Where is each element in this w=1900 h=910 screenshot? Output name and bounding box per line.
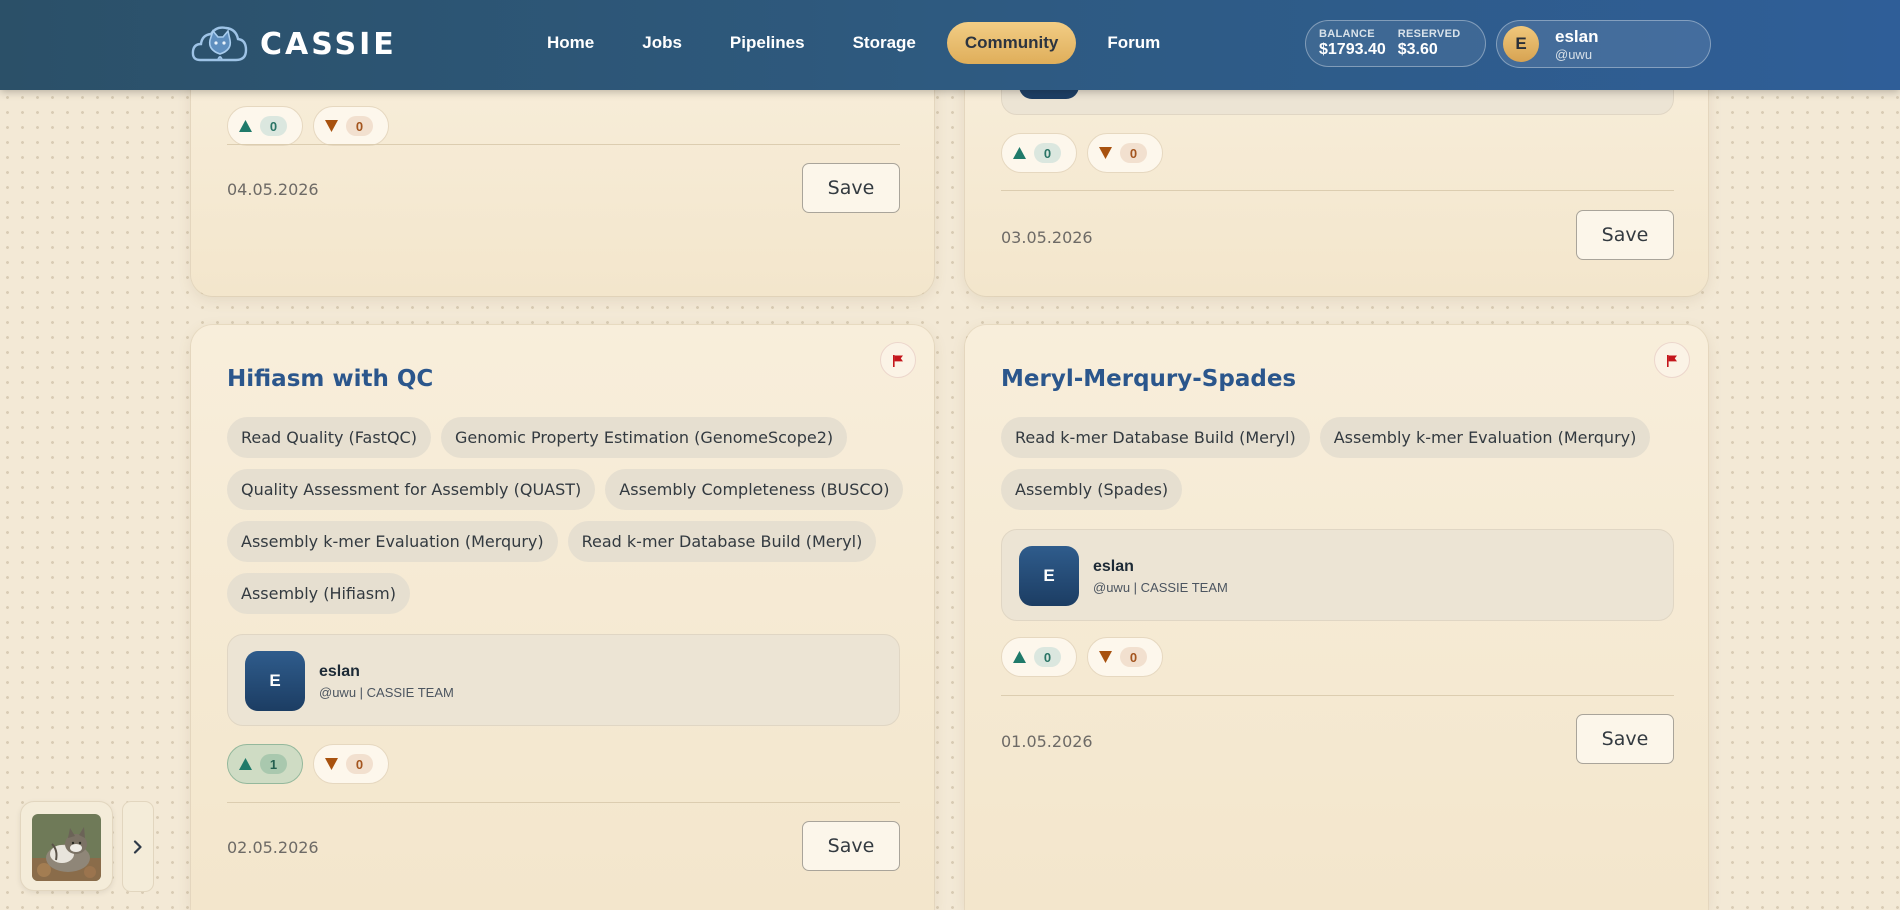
card-date: 03.05.2026 — [1001, 228, 1093, 247]
upvote-button[interactable]: 0 — [227, 106, 303, 146]
media-widget[interactable] — [20, 801, 113, 891]
pipeline-card: Hifiasm with QC Read Quality (FastQC) Ge… — [191, 325, 934, 910]
triangle-down-icon — [1099, 147, 1112, 159]
author-avatar: E — [1019, 546, 1079, 606]
downvote-button[interactable]: 0 — [1087, 133, 1163, 173]
app-logo[interactable]: CASSIE — [190, 20, 397, 68]
nav-community[interactable]: Community — [946, 22, 1077, 64]
pipeline-tags: Read Quality (FastQC) Genomic Property E… — [227, 417, 917, 625]
pipeline-tag: Assembly k-mer Evaluation (Merqury) — [1319, 417, 1651, 458]
triangle-up-icon — [239, 758, 252, 770]
author-meta: @uwu | CASSIE TEAM — [1093, 580, 1228, 595]
author-panel[interactable]: E eslan @uwu | CASSIE TEAM — [227, 634, 900, 726]
pipeline-tag: Assembly (Hifiasm) — [227, 573, 410, 614]
chevron-right-icon — [133, 839, 142, 854]
author-name: eslan — [1093, 558, 1134, 575]
card-divider — [1001, 695, 1674, 696]
pipeline-card: Meryl-Merqury-Spades Read k-mer Database… — [965, 325, 1708, 910]
cat-photo-icon — [32, 814, 101, 881]
downvote-count: 0 — [346, 116, 373, 136]
nav-jobs[interactable]: Jobs — [625, 22, 699, 64]
author-name: eslan — [319, 663, 360, 680]
reserved-value: $3.60 — [1397, 41, 1438, 58]
pipeline-tag: Read Quality (FastQC) — [227, 417, 431, 458]
flag-icon — [1667, 354, 1677, 367]
user-avatar: E — [1503, 26, 1539, 62]
author-meta: @uwu | CASSIE TEAM — [319, 685, 454, 700]
save-button[interactable]: Save — [802, 821, 900, 871]
top-navigation-bar: CASSIE Home Jobs Pipelines Storage Commu… — [0, 0, 1900, 90]
card-divider — [1001, 190, 1674, 191]
pipeline-title[interactable]: Hifiasm with QC — [227, 366, 433, 392]
main-nav: Home Jobs Pipelines Storage Community Fo… — [530, 22, 1177, 64]
pipeline-tag: Genomic Property Estimation (GenomeScope… — [440, 417, 848, 458]
upvote-count: 0 — [1034, 143, 1061, 163]
pipeline-tag: Assembly Completeness (BUSCO) — [605, 469, 904, 510]
user-name: eslan — [1555, 26, 1599, 46]
upvote-count: 0 — [260, 116, 287, 136]
upvote-button[interactable]: 0 — [1001, 133, 1077, 173]
triangle-down-icon — [325, 758, 338, 770]
save-button[interactable]: Save — [1576, 210, 1674, 260]
user-handle: @uwu — [1555, 46, 1593, 62]
expand-widget-button[interactable] — [122, 801, 154, 892]
balance-label: BALANCE — [1319, 28, 1375, 40]
downvote-button[interactable]: 0 — [1087, 637, 1163, 677]
downvote-count: 0 — [1120, 647, 1147, 667]
pipeline-tag: Read k-mer Database Build (Meryl) — [567, 521, 877, 562]
downvote-count: 0 — [1120, 143, 1147, 163]
upvote-button[interactable]: 0 — [1001, 637, 1077, 677]
nav-home[interactable]: Home — [530, 22, 611, 64]
downvote-button[interactable]: 0 — [313, 744, 389, 784]
author-avatar: E — [245, 651, 305, 711]
triangle-up-icon — [1013, 651, 1026, 663]
report-button[interactable] — [880, 342, 916, 378]
pipeline-tag: Read k-mer Database Build (Meryl) — [1001, 417, 1310, 458]
cat-cloud-logo-icon — [191, 26, 248, 62]
downvote-count: 0 — [346, 754, 373, 774]
pipeline-tag: Quality Assessment for Assembly (QUAST) — [227, 469, 596, 510]
report-button[interactable] — [1654, 342, 1690, 378]
app-name: CASSIE — [260, 26, 397, 62]
upvote-count: 0 — [1034, 647, 1061, 667]
save-button[interactable]: Save — [1576, 714, 1674, 764]
pipeline-title[interactable]: Meryl-Merqury-Spades — [1001, 366, 1296, 392]
upvote-button[interactable]: 1 — [227, 744, 303, 784]
nav-storage[interactable]: Storage — [836, 22, 933, 64]
upvote-count: 1 — [260, 754, 287, 774]
card-date: 04.05.2026 — [227, 180, 319, 199]
triangle-up-icon — [239, 120, 252, 132]
reserved-label: RESERVED — [1397, 28, 1461, 40]
user-menu[interactable]: E eslan @uwu — [1496, 20, 1711, 68]
triangle-down-icon — [1099, 651, 1112, 663]
card-date: 01.05.2026 — [1001, 732, 1093, 751]
cat-photo-thumbnail[interactable] — [32, 814, 101, 881]
triangle-down-icon — [325, 120, 338, 132]
nav-pipelines[interactable]: Pipelines — [713, 22, 822, 64]
card-date: 02.05.2026 — [227, 838, 319, 857]
pipeline-tag: Assembly (Spades) — [1001, 469, 1183, 510]
balance-value: $1793.40 — [1319, 41, 1386, 58]
pipeline-tag: Assembly k-mer Evaluation (Merqury) — [227, 521, 558, 562]
balance-widget[interactable]: BALANCE $1793.40 RESERVED $3.60 — [1305, 20, 1486, 67]
author-panel[interactable]: E eslan @uwu | CASSIE TEAM — [1001, 529, 1674, 621]
pipeline-tags: Read k-mer Database Build (Meryl) Assemb… — [1001, 417, 1691, 521]
card-divider — [227, 144, 900, 145]
card-divider — [227, 802, 900, 803]
flag-icon — [893, 354, 903, 367]
nav-forum[interactable]: Forum — [1090, 22, 1177, 64]
downvote-button[interactable]: 0 — [313, 106, 389, 146]
save-button[interactable]: Save — [802, 163, 900, 213]
triangle-up-icon — [1013, 147, 1026, 159]
